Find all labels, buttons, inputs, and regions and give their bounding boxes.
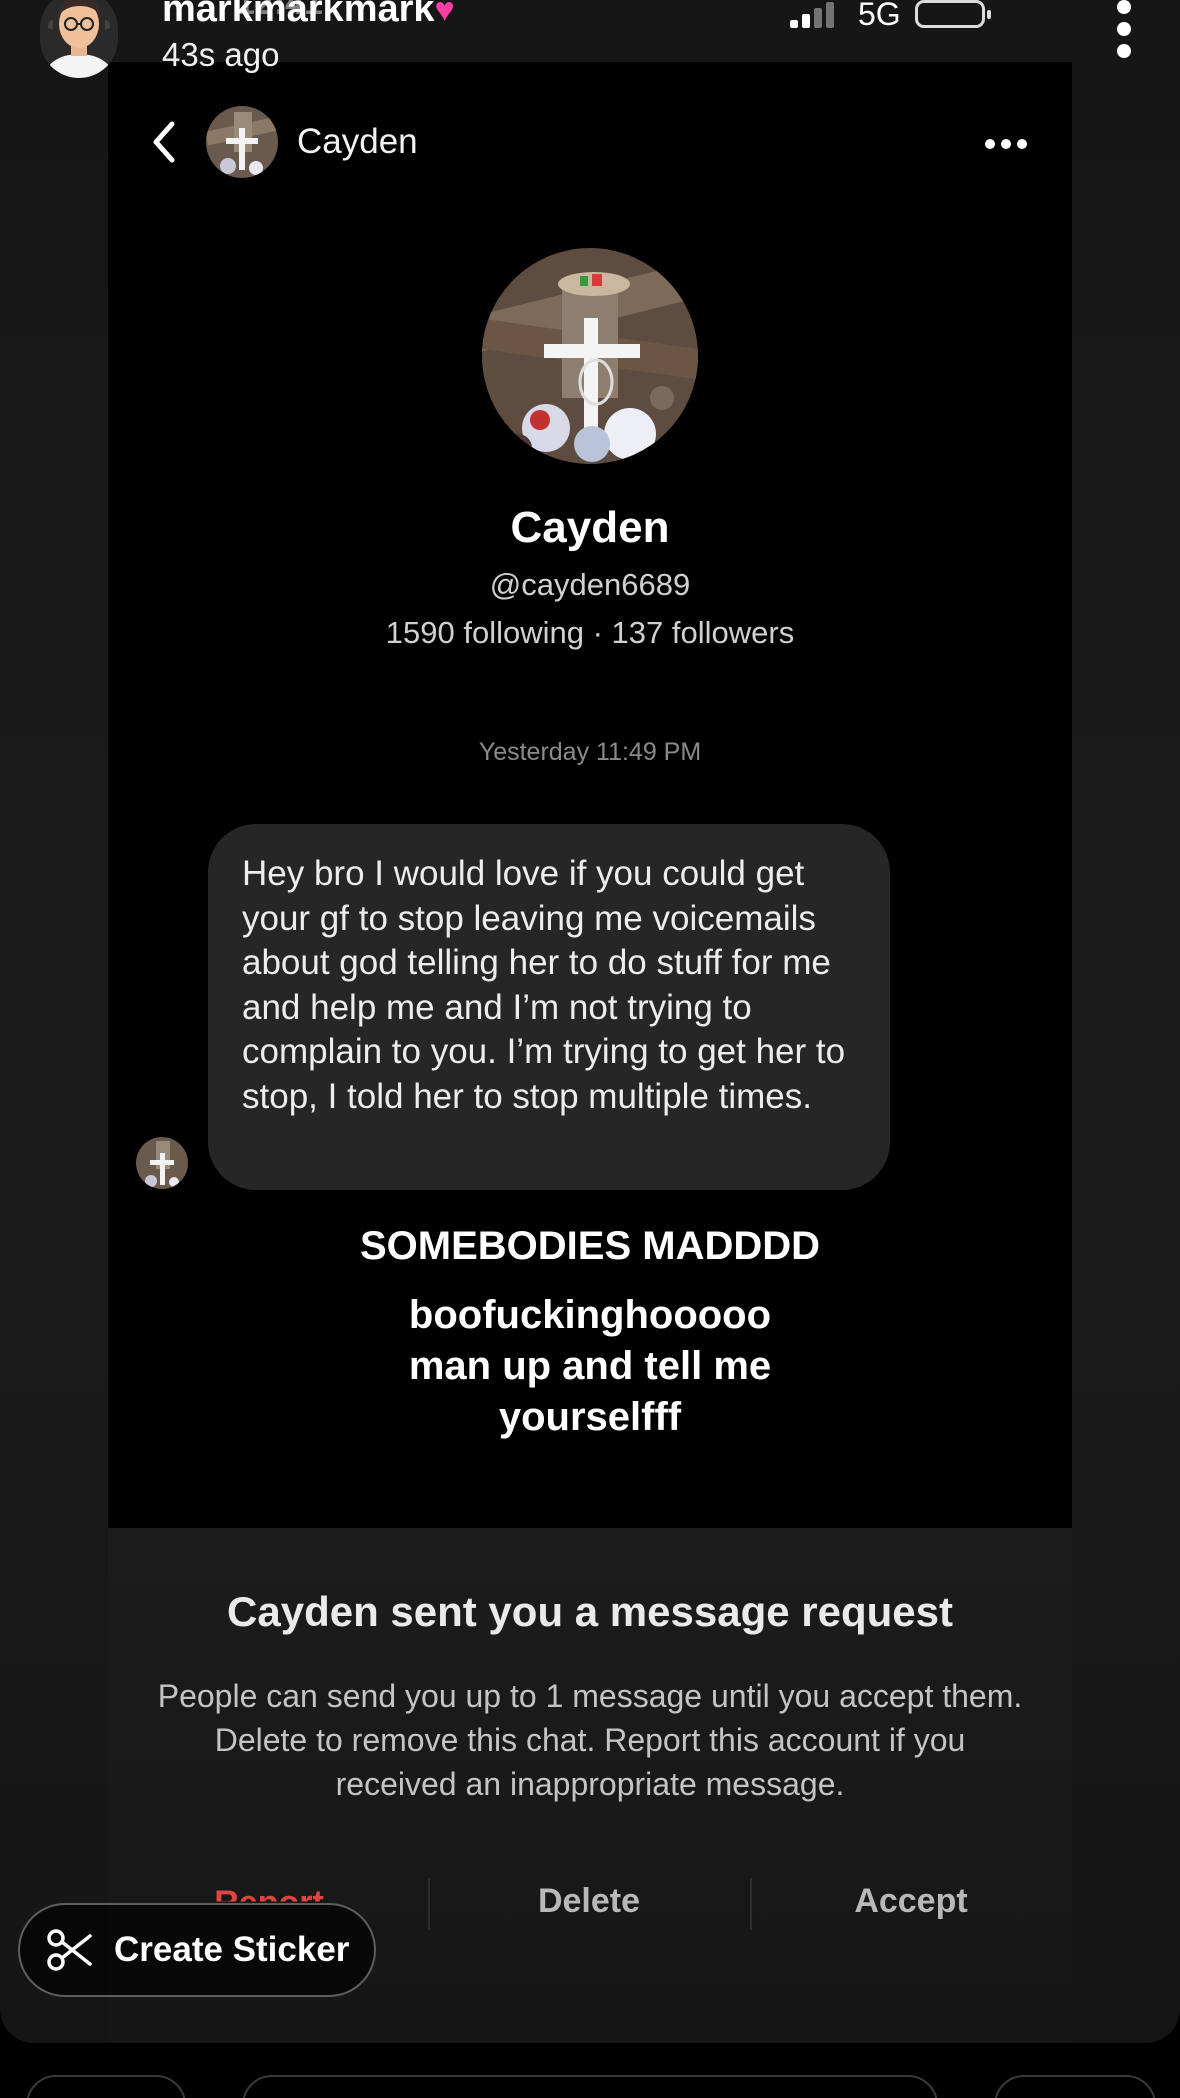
scissors-icon [47,1929,92,1971]
bottom-nav-left-pill[interactable] [26,2075,186,2098]
create-sticker-button[interactable]: Create Sticker [18,1903,376,1997]
story-username-text: markmarkmark [162,0,435,30]
caption-line-2: boofuckinghooooo [408,1293,772,1337]
story-time: 43s ago [162,36,280,73]
story-frame: 12:41 markmarkmark♥ 43s ago 5G Cayden Ca… [0,0,1180,2043]
network-label: 5G [858,0,901,32]
more-vertical-icon[interactable] [1112,0,1136,60]
contact-avatar[interactable] [206,106,278,178]
caption-block: boofuckinghooooo man up and tell me your… [0,1290,1180,1443]
battery-icon [915,0,991,28]
bottom-nav-right-pill[interactable] [994,2075,1156,2098]
message-bubble[interactable]: Hey bro I would love if you could get yo… [208,824,890,1190]
more-horizontal-icon[interactable] [985,136,1035,149]
chat-header-name[interactable]: Cayden [297,122,418,162]
message-avatar [136,1137,188,1189]
avatar[interactable] [40,0,118,78]
request-title: Cayden sent you a message request [227,1588,953,1635]
caption-line-4: yourselfff [498,1395,682,1439]
reply-field[interactable] [242,2075,938,2098]
profile-handle: @cayden6689 [489,567,691,602]
heart-icon: ♥ [434,0,455,29]
message-timestamp: Yesterday 11:49 PM [478,738,702,766]
create-sticker-label: Create Sticker [114,1930,350,1969]
back-chevron-icon[interactable] [148,118,180,166]
profile-name: Cayden [510,503,670,552]
request-body: People can send you up to 1 message unti… [157,1678,1023,1802]
signal-icon [790,2,840,28]
delete-button[interactable]: Delete [428,1882,750,1921]
profile-avatar[interactable] [482,248,698,464]
caption-line-1: SOMEBODIES MADDDD [359,1224,821,1268]
profile-stats: 1590 following · 137 followers [385,615,795,650]
story-username[interactable]: markmarkmark♥ [162,0,455,31]
caption-line-3: man up and tell me [408,1344,772,1388]
accept-button[interactable]: Accept [750,1882,1072,1921]
